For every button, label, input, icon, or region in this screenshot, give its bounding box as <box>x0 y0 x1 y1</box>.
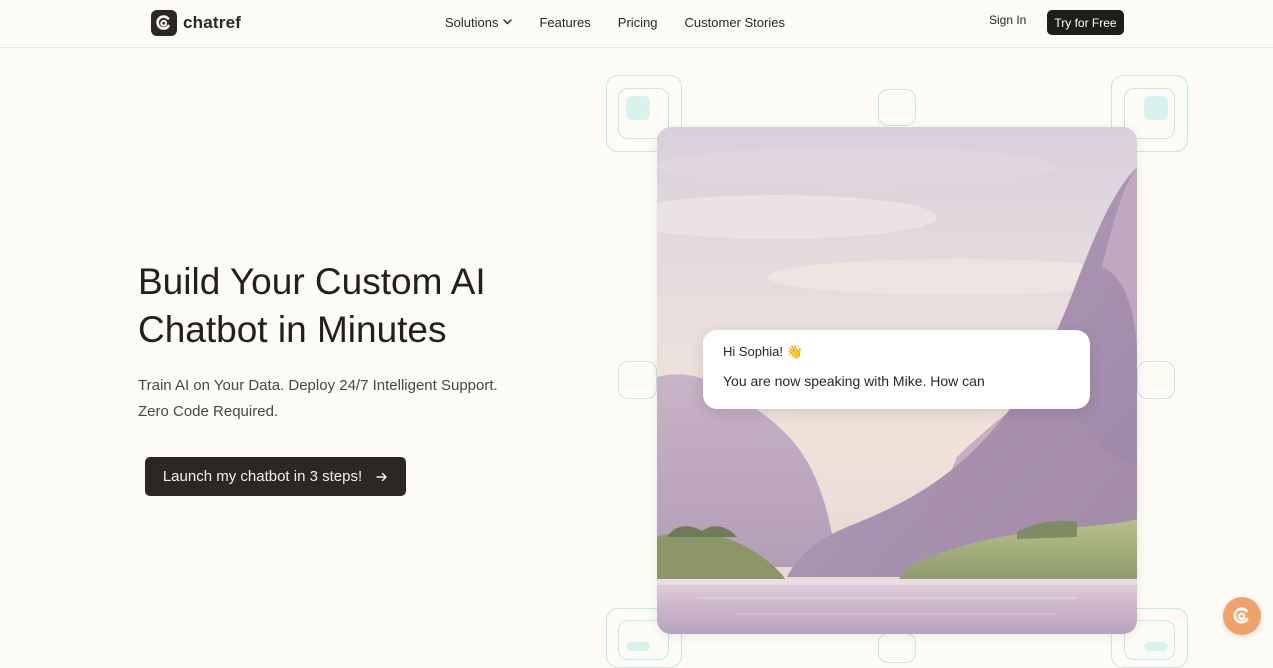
deco-square <box>1144 96 1168 120</box>
top-navigation: chatref Solutions Features Pricing Custo… <box>0 0 1273 48</box>
chevron-down-icon <box>503 19 513 25</box>
nav-link-pricing[interactable]: Pricing <box>618 15 658 30</box>
deco-square <box>1144 642 1168 651</box>
chatref-logo-icon <box>151 10 177 36</box>
cta-label: Launch my chatbot in 3 steps! <box>162 468 363 485</box>
deco-square <box>626 96 650 120</box>
try-for-free-button[interactable]: Try for Free <box>1047 10 1124 35</box>
deco-frame <box>1137 361 1175 399</box>
nav-link-features[interactable]: Features <box>539 15 590 30</box>
chat-message: You are now speaking with Mike. How can <box>723 373 985 389</box>
hero-title-line-1: Build Your Custom AI <box>138 261 486 302</box>
deco-square <box>626 642 650 651</box>
chat-greeting: Hi Sophia! 👋 <box>723 344 803 359</box>
deco-frame <box>878 633 916 663</box>
hero-subtitle-line-2: Zero Code Required. <box>138 403 279 420</box>
deco-frame <box>878 89 916 126</box>
chat-preview-bubble: Hi Sophia! 👋 You are now speaking with M… <box>703 330 1090 409</box>
nav-link-label: Customer Stories <box>684 14 785 30</box>
hero-subtitle-line-1: Train AI on Your Data. Deploy 24/7 Intel… <box>138 377 498 394</box>
hero-title: Build Your Custom AI Chatbot in Minutes <box>138 258 558 354</box>
nav-links: Solutions Features Pricing Customer Stor… <box>445 13 785 31</box>
nav-link-label: Features <box>539 14 591 30</box>
chat-launcher-button[interactable] <box>1223 597 1261 635</box>
hero-title-line-2: Chatbot in Minutes <box>138 309 447 350</box>
nav-link-customer-stories[interactable]: Customer Stories <box>685 15 785 30</box>
arrow-right-icon <box>376 472 387 481</box>
brand-name: chatref <box>183 13 242 32</box>
brand-logo[interactable]: chatref <box>151 10 241 36</box>
nav-link-solutions[interactable]: Solutions <box>445 14 513 30</box>
nav-link-label: Pricing <box>617 14 658 30</box>
sign-in-link[interactable]: Sign In <box>989 13 1026 27</box>
deco-frame <box>618 361 657 399</box>
hero-subtitle: Train AI on Your Data. Deploy 24/7 Intel… <box>138 373 558 425</box>
nav-link-label: Solutions <box>445 14 499 30</box>
chatref-logo-icon <box>1233 607 1249 624</box>
launch-chatbot-button[interactable]: Launch my chatbot in 3 steps! <box>145 457 406 496</box>
